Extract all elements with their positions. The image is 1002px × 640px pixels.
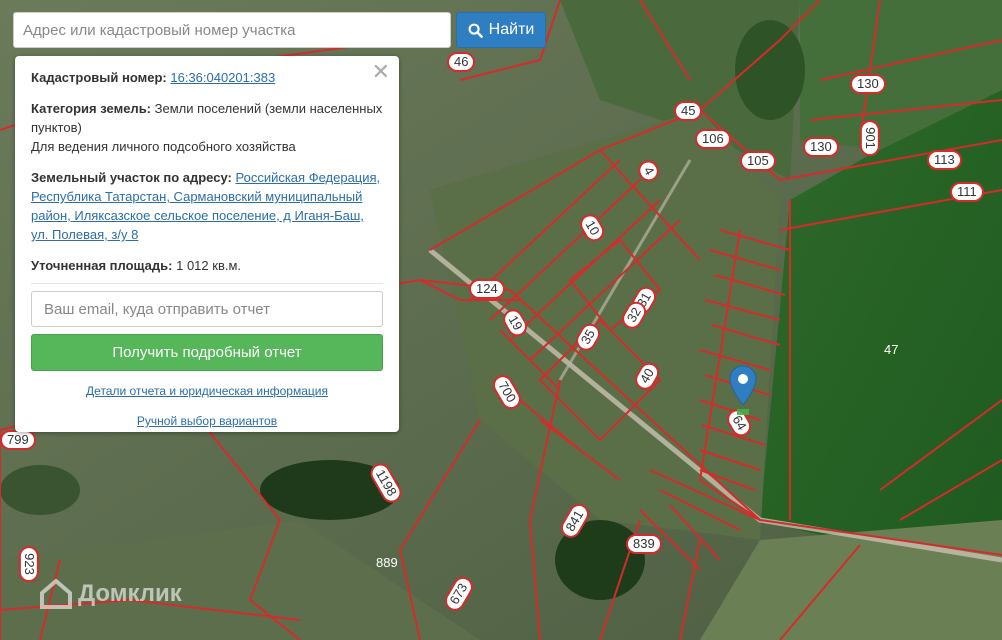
email-field[interactable]: [31, 291, 383, 327]
brand-watermark: Домклик: [40, 579, 182, 609]
parcel-label[interactable]: 839: [626, 534, 662, 554]
parcel-label[interactable]: 901: [859, 120, 880, 156]
parcel-label[interactable]: 799: [0, 430, 36, 450]
search-button[interactable]: Найти: [456, 12, 546, 48]
land-usage: Для ведения личного подсобного хозяйства: [31, 139, 296, 154]
home-logo-icon: [40, 579, 72, 609]
category-label: Категория земель:: [31, 101, 152, 116]
parcel-label[interactable]: 923: [18, 546, 39, 582]
location-pin-icon[interactable]: [729, 365, 757, 421]
report-details-link[interactable]: Детали отчета и юридическая информация: [31, 384, 383, 398]
parcel-label[interactable]: 130: [850, 74, 886, 94]
cadastral-label: Кадастровый номер:: [31, 70, 167, 85]
area-label: Уточненная площадь:: [31, 258, 173, 273]
search-icon: [468, 23, 483, 38]
search-box: [13, 12, 451, 48]
area-value: 1 012 кв.м.: [176, 258, 242, 273]
brand-name: Домклик: [78, 580, 182, 607]
search-input[interactable]: [14, 13, 450, 47]
parcel-label[interactable]: 889: [369, 553, 405, 573]
address-row: Земельный участок по адресу: Российская …: [31, 168, 383, 244]
parcel-label[interactable]: 105: [740, 151, 776, 171]
manual-selection-link[interactable]: Ручной выбор вариантов: [31, 414, 383, 428]
parcel-label[interactable]: 47: [877, 340, 905, 360]
search-button-label: Найти: [488, 21, 535, 38]
parcel-info-panel: ✕ Кадастровый номер: 16:36:040201:383 Ка…: [15, 56, 399, 432]
cadastral-number-link[interactable]: 16:36:040201:383: [170, 70, 275, 85]
parcel-label[interactable]: 45: [674, 101, 703, 121]
area-row: Уточненная площадь: 1 012 кв.м.: [31, 256, 383, 275]
category-row: Категория земель: Земли поселений (земли…: [31, 99, 383, 156]
close-icon[interactable]: ✕: [372, 61, 390, 83]
parcel-label[interactable]: 124: [469, 279, 505, 299]
parcel-label[interactable]: 46: [447, 52, 476, 72]
get-report-button[interactable]: Получить подробный отчет: [31, 334, 383, 371]
address-label: Земельный участок по адресу:: [31, 170, 232, 185]
parcel-label[interactable]: 113: [927, 150, 962, 170]
parcel-label[interactable]: 106: [695, 129, 731, 149]
divider: [31, 283, 383, 284]
cadastral-row: Кадастровый номер: 16:36:040201:383: [31, 68, 383, 87]
parcel-label[interactable]: 111: [950, 182, 984, 202]
parcel-label[interactable]: 130: [803, 137, 839, 157]
